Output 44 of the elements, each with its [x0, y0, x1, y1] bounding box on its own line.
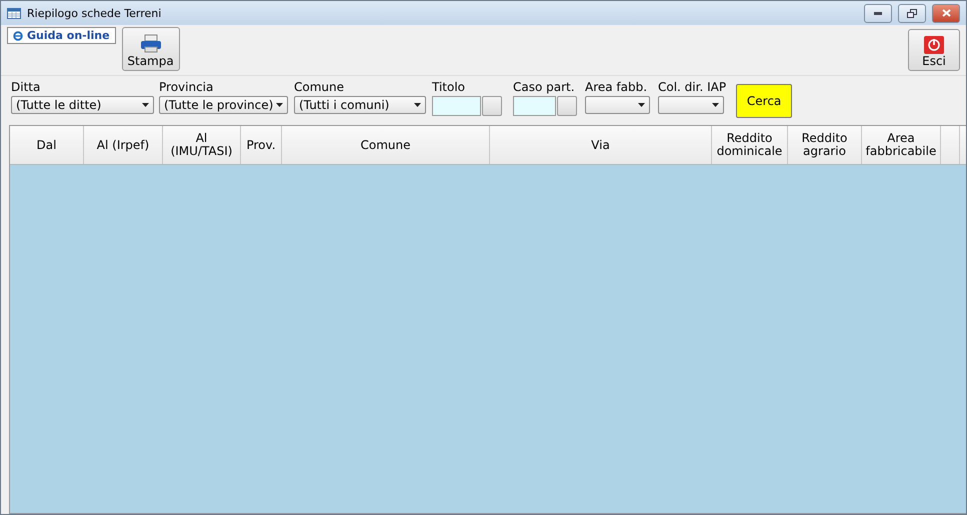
column-header[interactable]: Prov.: [241, 126, 282, 164]
input-field[interactable]: [432, 96, 481, 116]
column-header[interactable]: Area fabbricabile: [862, 126, 941, 164]
dropdown[interactable]: [585, 96, 650, 114]
input-field[interactable]: [513, 96, 556, 116]
column-header[interactable]: Dal: [10, 126, 84, 164]
column-header[interactable]: Al (IMU/TASI): [163, 126, 241, 164]
lookup-button[interactable]: [482, 96, 502, 116]
dropdown[interactable]: [658, 96, 724, 114]
printer-icon: [140, 34, 162, 54]
lookup-button[interactable]: [557, 96, 577, 116]
column-header[interactable]: Reddito agrario: [788, 126, 862, 164]
dropdown-caret-icon: [414, 103, 421, 107]
dropdown-caret-icon: [276, 103, 283, 107]
filter-label: Caso part.: [513, 80, 576, 94]
filter-label: Col. dir. IAP: [658, 80, 726, 94]
dropdown[interactable]: (Tutti i comuni): [294, 96, 426, 114]
dropdown-caret-icon: [712, 103, 719, 107]
print-button[interactable]: Stampa: [122, 27, 180, 71]
close-button[interactable]: [932, 4, 960, 22]
window-title: Riepilogo schede Terreni: [27, 6, 162, 20]
column-header[interactable]: Reddito dominicale: [712, 126, 788, 164]
restore-button[interactable]: [898, 4, 926, 22]
dropdown-caret-icon: [638, 103, 645, 107]
restore-icon: [907, 8, 917, 18]
filter-label: Titolo: [432, 80, 466, 94]
filter-label: Ditta: [11, 80, 42, 94]
power-icon: [924, 36, 944, 54]
help-link[interactable]: Guida on-line: [7, 27, 116, 44]
minimize-button[interactable]: [864, 4, 892, 22]
filter-label: Area fabb.: [585, 80, 648, 94]
filter-label: Comune: [294, 80, 346, 94]
column-header[interactable]: Via: [490, 126, 712, 164]
dropdown[interactable]: (Tutte le province): [159, 96, 288, 114]
window-icon: [7, 8, 21, 18]
column-header[interactable]: Comune: [282, 126, 490, 164]
filter-label: Provincia: [159, 80, 214, 94]
exit-button[interactable]: Esci: [908, 29, 960, 71]
close-icon: [942, 9, 950, 17]
minimize-icon: [874, 12, 882, 14]
dropdown[interactable]: (Tutte le ditte): [11, 96, 154, 114]
dropdown-caret-icon: [142, 103, 149, 107]
column-header[interactable]: Al (Irpef): [84, 126, 163, 164]
search-button[interactable]: Cerca: [736, 84, 792, 118]
